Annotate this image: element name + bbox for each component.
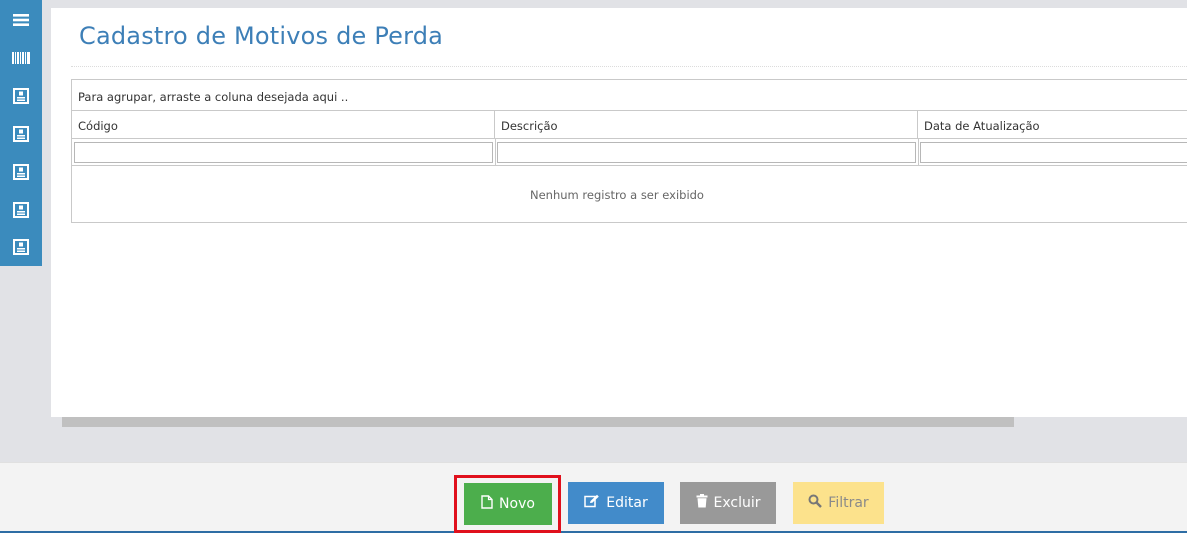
grid-filter-row <box>72 139 1187 166</box>
form-icon <box>12 125 30 143</box>
column-header-descricao[interactable]: Descrição <box>495 111 918 139</box>
filtrar-button-label: Filtrar <box>828 495 869 511</box>
filtrar-button[interactable]: Filtrar <box>793 482 884 524</box>
grid-header-row: Código Descrição Data de Atualização <box>72 111 1187 139</box>
sidebar-item-form-4[interactable] <box>0 192 42 228</box>
sidebar-item-barcode[interactable] <box>0 40 42 76</box>
form-icon <box>12 238 30 256</box>
filter-input-codigo[interactable] <box>74 142 493 163</box>
data-grid: Para agrupar, arraste a coluna desejada … <box>71 79 1187 223</box>
content-card: Cadastro de Motivos de Perda Para agrupa… <box>51 8 1187 417</box>
editar-button-label: Editar <box>606 495 648 511</box>
horizontal-scrollbar[interactable] <box>62 417 1014 427</box>
column-header-codigo[interactable]: Código <box>72 111 495 139</box>
menu-icon <box>12 13 30 27</box>
sidebar <box>0 0 42 266</box>
sidebar-item-form-1[interactable] <box>0 78 42 114</box>
sidebar-item-form-3[interactable] <box>0 154 42 190</box>
filter-input-descricao[interactable] <box>497 142 916 163</box>
title-divider <box>71 66 1187 67</box>
form-icon <box>12 163 30 181</box>
edit-icon <box>584 494 600 512</box>
sidebar-menu-button[interactable] <box>0 2 42 38</box>
form-icon <box>12 87 30 105</box>
empty-message: Nenhum registro a ser exibido <box>530 188 704 202</box>
new-file-icon <box>481 495 493 513</box>
form-icon <box>12 201 30 219</box>
sidebar-item-form-2[interactable] <box>0 116 42 152</box>
search-icon <box>808 494 823 512</box>
column-divider <box>918 139 919 166</box>
excluir-button[interactable]: Excluir <box>680 482 776 524</box>
excluir-button-label: Excluir <box>713 495 761 511</box>
barcode-icon <box>11 51 31 65</box>
novo-button[interactable]: Novo <box>464 483 552 525</box>
sidebar-item-form-5[interactable] <box>0 229 42 265</box>
trash-icon <box>696 494 708 512</box>
group-panel[interactable]: Para agrupar, arraste a coluna desejada … <box>72 80 1187 111</box>
page-title: Cadastro de Motivos de Perda <box>79 22 444 50</box>
novo-button-label: Novo <box>499 496 535 512</box>
filter-input-data-atualizacao[interactable] <box>920 142 1187 163</box>
column-divider <box>495 139 496 166</box>
column-header-data-atualizacao[interactable]: Data de Atualização <box>918 111 1187 139</box>
editar-button[interactable]: Editar <box>568 482 664 524</box>
